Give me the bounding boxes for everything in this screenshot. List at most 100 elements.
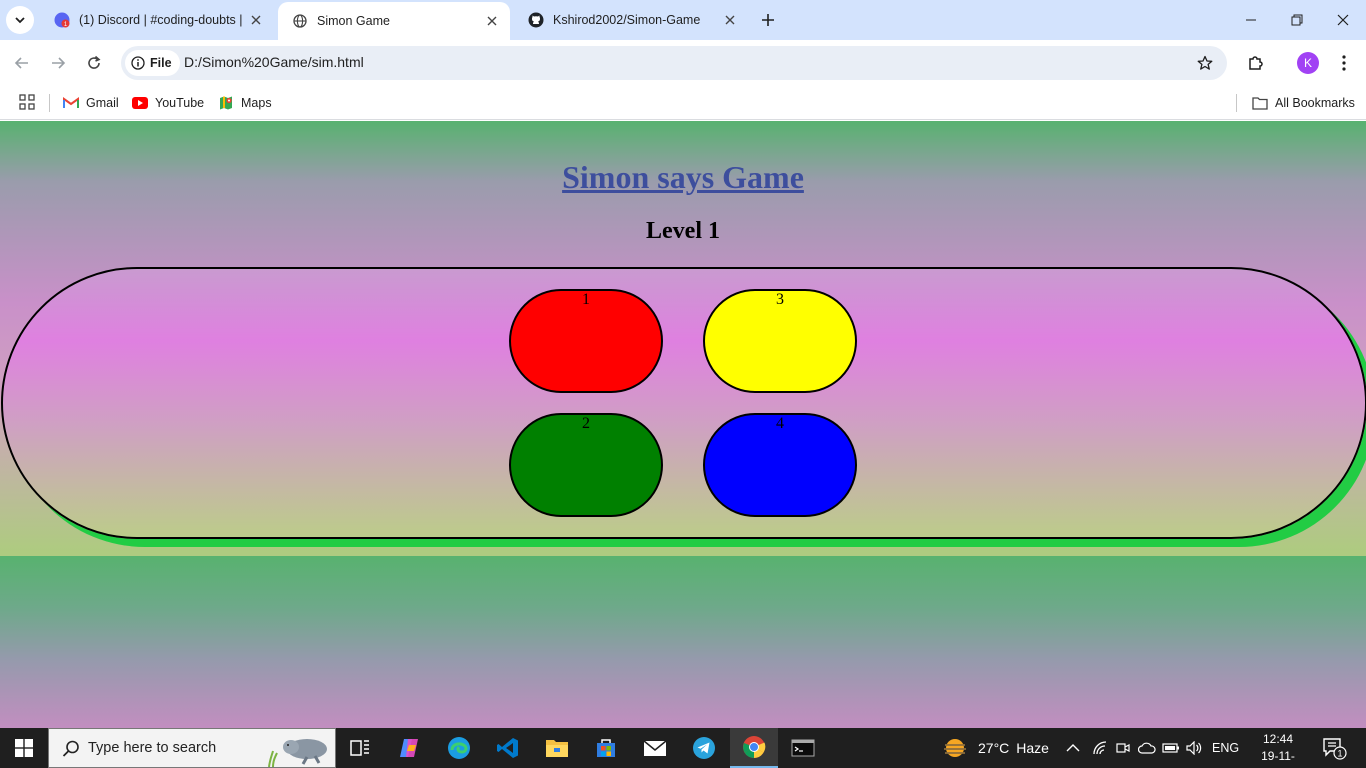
arrow-left-icon bbox=[14, 57, 28, 69]
youtube-icon bbox=[132, 95, 148, 111]
mail-button[interactable] bbox=[631, 728, 679, 768]
scheme-label: File bbox=[150, 56, 172, 70]
cloud-icon bbox=[1138, 742, 1156, 754]
copilot-icon bbox=[400, 739, 418, 757]
reload-button[interactable] bbox=[78, 47, 110, 79]
chrome-menu-button[interactable] bbox=[1332, 49, 1356, 77]
store-icon bbox=[597, 739, 615, 757]
github-icon bbox=[528, 12, 544, 28]
game-board: 1 3 2 4 bbox=[1, 267, 1366, 539]
minimize-icon bbox=[1246, 19, 1256, 21]
kebab-menu-icon bbox=[1342, 55, 1346, 71]
profile-avatar[interactable]: K bbox=[1297, 52, 1319, 74]
all-bookmarks-label: All Bookmarks bbox=[1275, 96, 1355, 110]
chrome-button[interactable] bbox=[730, 728, 778, 768]
input-language[interactable]: ENG bbox=[1212, 728, 1239, 768]
start-button[interactable] bbox=[0, 728, 48, 768]
vscode-button[interactable] bbox=[484, 728, 532, 768]
weather-condition: Haze bbox=[1016, 740, 1049, 756]
apps-grid-icon bbox=[19, 94, 35, 110]
taskbar-search-box[interactable]: Type here to search bbox=[48, 728, 336, 768]
volume-control[interactable] bbox=[1186, 728, 1202, 768]
close-icon[interactable] bbox=[484, 13, 500, 29]
all-bookmarks-button[interactable]: All Bookmarks bbox=[1252, 92, 1355, 114]
battery-icon bbox=[1162, 743, 1179, 753]
bookmark-label: YouTube bbox=[155, 96, 205, 110]
terminal-icon bbox=[791, 739, 815, 757]
page-background-lower bbox=[0, 556, 1366, 728]
page-title: Simon says Game bbox=[0, 159, 1366, 196]
close-window-button[interactable] bbox=[1320, 0, 1366, 40]
task-view-button[interactable] bbox=[336, 728, 384, 768]
bookmarks-bar: Gmail YouTube Maps All Bookmarks bbox=[0, 86, 1366, 120]
forward-button[interactable] bbox=[42, 47, 74, 79]
title-link[interactable]: Simon says Game bbox=[562, 159, 804, 195]
edge-icon bbox=[448, 737, 470, 759]
reload-icon bbox=[88, 55, 101, 69]
address-bar[interactable]: File D:/Simon%20Game/sim.html bbox=[121, 46, 1227, 80]
chevron-up-icon bbox=[1066, 744, 1080, 752]
haze-weather-icon bbox=[944, 739, 966, 757]
weather-widget[interactable]: 27°C Haze bbox=[942, 728, 1049, 768]
tray-overflow-button[interactable] bbox=[1066, 728, 1080, 768]
discord-icon: 1 bbox=[54, 12, 70, 28]
simon-button-blue[interactable]: 4 bbox=[703, 413, 857, 517]
close-icon[interactable] bbox=[722, 12, 738, 28]
battery-status[interactable] bbox=[1162, 728, 1180, 768]
copilot-button[interactable] bbox=[386, 728, 434, 768]
network-status[interactable] bbox=[1092, 728, 1108, 768]
tab-search-button[interactable] bbox=[6, 6, 34, 34]
site-info-chip[interactable]: File bbox=[125, 50, 180, 76]
tab-discord[interactable]: 1 (1) Discord | #coding-doubts | / bbox=[40, 4, 274, 36]
system-clock[interactable]: 12:44 19-11-2024 bbox=[1248, 731, 1308, 768]
bookmark-star-button[interactable] bbox=[1195, 53, 1215, 73]
notification-icon: 1 bbox=[1323, 738, 1347, 760]
chevron-down-icon bbox=[15, 17, 25, 24]
bookmark-maps[interactable]: Maps bbox=[218, 92, 272, 114]
store-button[interactable] bbox=[582, 728, 630, 768]
close-icon bbox=[1337, 14, 1349, 26]
globe-icon bbox=[292, 13, 308, 29]
meet-now-button[interactable] bbox=[1116, 728, 1130, 768]
camera-icon bbox=[1116, 743, 1130, 753]
star-icon bbox=[1197, 55, 1213, 70]
level-heading: Level 1 bbox=[646, 218, 720, 244]
terminal-button[interactable] bbox=[779, 728, 827, 768]
manatee-search-highlight-icon bbox=[268, 739, 327, 767]
telegram-button[interactable] bbox=[680, 728, 728, 768]
simon-button-yellow[interactable]: 3 bbox=[703, 289, 857, 393]
minimize-button[interactable] bbox=[1228, 0, 1274, 40]
language-label: ENG bbox=[1212, 741, 1240, 755]
mail-icon bbox=[643, 740, 667, 756]
telegram-icon bbox=[693, 737, 715, 759]
tab-github[interactable]: Kshirod2002/Simon-Game bbox=[514, 4, 748, 36]
extensions-button[interactable] bbox=[1242, 49, 1270, 77]
file-explorer-button[interactable] bbox=[533, 728, 581, 768]
clock-time: 12:44 bbox=[1262, 732, 1294, 746]
simon-button-green[interactable]: 2 bbox=[509, 413, 663, 517]
tab-simon-game[interactable]: Simon Game bbox=[278, 2, 510, 40]
url-text[interactable]: D:/Simon%20Game/sim.html bbox=[184, 54, 364, 70]
notification-center-button[interactable]: 1 bbox=[1322, 728, 1348, 768]
windows-logo-icon bbox=[15, 739, 33, 757]
divider bbox=[1236, 94, 1237, 112]
windows-taskbar: Type here to search 27°C Haze ENG 12:44 … bbox=[0, 728, 1366, 768]
tab-title: Kshirod2002/Simon-Game bbox=[553, 13, 701, 27]
edge-button[interactable] bbox=[435, 728, 483, 768]
bookmark-youtube[interactable]: YouTube bbox=[132, 92, 204, 114]
bookmark-gmail[interactable]: Gmail bbox=[63, 92, 119, 114]
tab-title: (1) Discord | #coding-doubts | / bbox=[79, 13, 242, 27]
puzzle-icon bbox=[1249, 56, 1263, 70]
plus-icon bbox=[762, 14, 774, 26]
new-tab-button[interactable] bbox=[756, 8, 780, 32]
close-icon[interactable] bbox=[248, 12, 264, 28]
simon-button-red[interactable]: 1 bbox=[509, 289, 663, 393]
page-viewport: Simon says Game Level 1 1 3 2 4 bbox=[0, 121, 1366, 728]
divider bbox=[49, 94, 50, 112]
restore-button[interactable] bbox=[1274, 0, 1320, 40]
onedrive-status[interactable] bbox=[1138, 728, 1156, 768]
back-button[interactable] bbox=[6, 47, 38, 79]
apps-button[interactable] bbox=[17, 92, 37, 112]
browser-toolbar: File D:/Simon%20Game/sim.html K bbox=[0, 40, 1366, 86]
maps-icon bbox=[218, 95, 234, 111]
